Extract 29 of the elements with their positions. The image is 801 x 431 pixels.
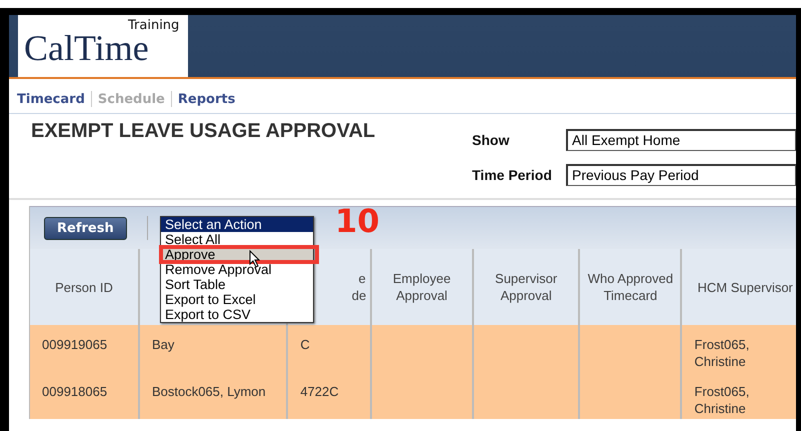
column-header: Person ID [55, 280, 113, 294]
table-cell: Frost065, Christine [694, 337, 750, 369]
filter-label: Time Period [472, 166, 553, 182]
step-number: 10 [335, 202, 380, 240]
menu-item[interactable]: Remove Approval [161, 262, 313, 277]
filter-dropdown[interactable]: All Exempt Home [566, 128, 796, 150]
column-header: Supervisor Approval [495, 271, 558, 303]
column-header: HCM Supervisor [698, 280, 793, 294]
table-cell: 009918065 [42, 384, 108, 399]
table-cell: C [300, 337, 310, 352]
table-cell: Bostock065, Lymon [152, 384, 266, 399]
table-cell: Bay [152, 337, 174, 352]
page-title: EXEMPT LEAVE USAGE APPROVAL [30, 119, 376, 144]
menu-item[interactable]: Export to CSV [161, 307, 313, 322]
menu-item[interactable]: Export to Excel [161, 292, 313, 307]
table-cell: Frost065, Christine [694, 384, 750, 416]
menu-item[interactable]: Select an Action [161, 217, 313, 232]
filter-dropdown[interactable]: Previous Pay Period [566, 164, 796, 186]
column-header: Employee Approval [392, 271, 451, 303]
filter-label: Show [472, 132, 510, 148]
menu-item[interactable]: Select All [161, 232, 313, 247]
refresh-button[interactable]: Refresh [44, 216, 127, 240]
nav-link[interactable]: Timecard [17, 92, 85, 106]
column-header: Who Approved Timecard [588, 271, 674, 303]
menu-item[interactable]: Sort Table [161, 277, 313, 292]
table-cell: 4722C [300, 384, 339, 399]
column-header: e de [352, 270, 366, 304]
nav-link[interactable]: Reports [178, 92, 236, 106]
table-cell: 009919065 [42, 337, 108, 352]
